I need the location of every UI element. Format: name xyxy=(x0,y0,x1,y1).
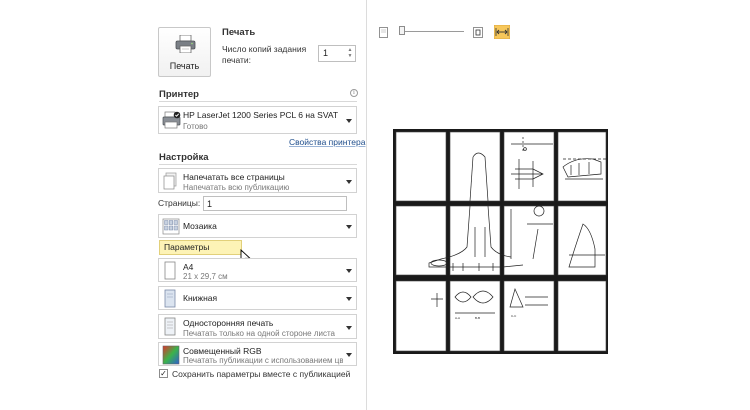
printer-status: Готово xyxy=(183,122,208,131)
print-title: Печать xyxy=(222,27,256,38)
svg-text:C-C: C-C xyxy=(511,314,517,318)
tiled-pages-preview: A-A B-B C-C xyxy=(395,131,607,352)
layout-options-tooltip: Параметры разметки xyxy=(159,240,242,265)
fit-width-icon[interactable] xyxy=(494,25,510,39)
chevron-down-icon xyxy=(346,269,352,273)
pages-input[interactable]: 1 xyxy=(203,196,347,211)
spinner-arrows-icon[interactable]: ▲ ▼ xyxy=(346,47,354,60)
printer-icon xyxy=(175,35,196,53)
printer-device-icon xyxy=(162,111,181,129)
chevron-down-icon xyxy=(346,180,352,184)
paper-size-dimensions: 21 x 29,7 см xyxy=(183,272,228,281)
tile-layout-icon xyxy=(162,218,180,235)
save-settings-label: Сохранить параметры вместе с публикацией xyxy=(172,369,351,379)
chevron-down-icon xyxy=(346,225,352,229)
settings-section-divider xyxy=(159,164,357,165)
chevron-down-icon xyxy=(346,326,352,330)
printer-section-title: Принтер xyxy=(159,89,199,100)
print-settings-panel: Печать Печать Число копий задания печати… xyxy=(0,0,367,410)
pages-icon xyxy=(163,172,177,190)
chevron-down-icon xyxy=(346,119,352,123)
copies-label: Число копий задания печати: xyxy=(222,44,307,65)
page-portrait-icon xyxy=(164,261,176,280)
duplex-label: Односторонняя печать xyxy=(183,318,274,328)
portrait-orientation-icon xyxy=(164,289,176,308)
zoom-slider-thumb[interactable] xyxy=(399,26,405,35)
chevron-down-icon xyxy=(346,297,352,301)
single-page-icon[interactable] xyxy=(379,27,388,38)
single-sided-icon xyxy=(164,317,176,336)
print-button[interactable]: Печать xyxy=(158,27,211,77)
duplex-description: Печатать только на одной стороне листа xyxy=(183,329,335,338)
layout-select[interactable]: Мозаика xyxy=(158,214,357,238)
printer-properties-link[interactable]: Свойства принтера xyxy=(289,137,365,147)
printer-select[interactable]: HP LaserJet 1200 Series PCL 6 на SVAT Го… xyxy=(158,106,357,134)
paper-size-label: A4 xyxy=(183,262,194,272)
print-range-label: Напечатать все страницы xyxy=(183,172,285,182)
svg-text:A-A: A-A xyxy=(455,316,460,320)
print-button-label: Печать xyxy=(169,61,200,71)
duplex-select[interactable]: Односторонняя печать Печатать только на … xyxy=(158,314,357,339)
printer-name: HP LaserJet 1200 Series PCL 6 на SVAT xyxy=(183,110,339,120)
orientation-label: Книжная xyxy=(183,293,218,303)
zoom-slider-track[interactable] xyxy=(404,31,464,32)
printer-section-divider xyxy=(159,101,357,102)
rgb-color-icon xyxy=(162,345,180,365)
pages-value: 1 xyxy=(207,199,213,209)
save-settings-checkbox[interactable]: ✓ xyxy=(159,369,168,378)
pages-label: Страницы: xyxy=(158,198,201,208)
print-range-select[interactable]: Напечатать все страницы Напечатать всю п… xyxy=(158,168,357,193)
paper-size-select[interactable]: A4 21 x 29,7 см xyxy=(158,258,357,282)
layout-label: Мозаика xyxy=(183,221,217,231)
fit-page-icon[interactable] xyxy=(473,27,483,38)
settings-section-title: Настройка xyxy=(159,152,209,163)
chevron-down-icon xyxy=(346,353,352,357)
copies-stepper[interactable]: 1 ▲ ▼ xyxy=(318,45,356,62)
orientation-select[interactable]: Книжная xyxy=(158,286,357,310)
color-mode-description: Печатать публикации с использованием цве… xyxy=(183,356,343,365)
svg-text:B-B: B-B xyxy=(475,316,480,320)
print-range-description: Напечатать всю публикацию xyxy=(183,183,290,192)
color-mode-select[interactable]: Совмещенный RGB Печатать публикации с ис… xyxy=(158,342,357,366)
info-icon[interactable]: i xyxy=(350,89,358,97)
copies-value: 1 xyxy=(323,48,329,58)
color-mode-label: Совмещенный RGB xyxy=(183,346,262,356)
